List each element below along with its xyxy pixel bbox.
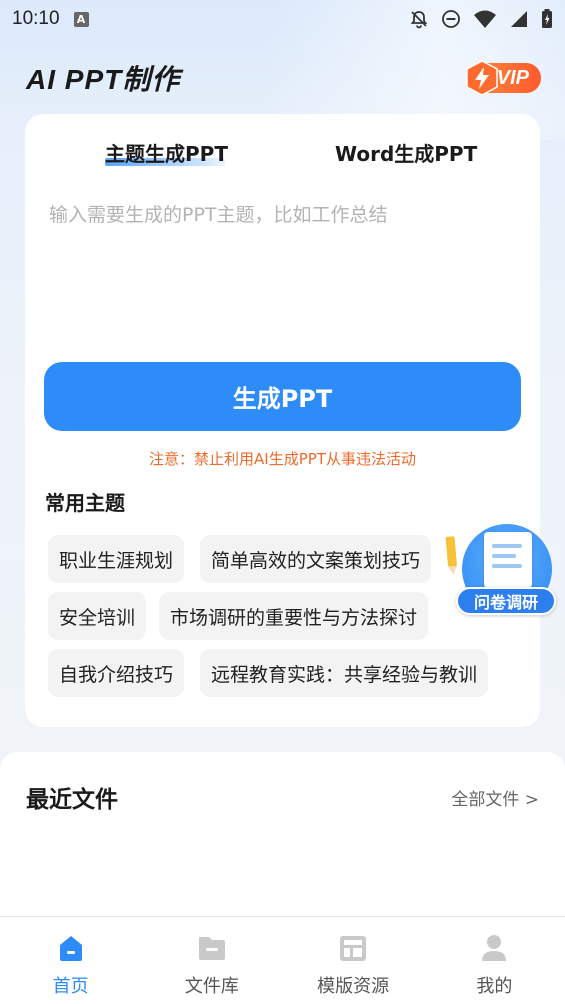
status-time: 10:10 <box>12 8 60 29</box>
legal-notice: 注意：禁止利用AI生成PPT从事违法活动 <box>149 450 416 468</box>
signal-icon <box>511 11 527 27</box>
topic-chip[interactable]: 安全培训 <box>48 592 147 640</box>
tab-label: 主题生成PPT <box>105 141 228 166</box>
topic-input[interactable] <box>49 200 519 350</box>
topic-chip[interactable]: 市场调研的重要性与方法探讨 <box>159 592 429 640</box>
survey-button[interactable]: 问卷调研 <box>445 520 556 618</box>
nav-item-files[interactable]: 文件库 <box>141 917 282 1004</box>
topic-chip[interactable]: 远程教育实践：共享经验与教训 <box>200 649 489 697</box>
recent-files-section: 最近文件 全部文件 > <box>0 752 565 922</box>
tab-topic-ppt[interactable]: 主题生成PPT <box>105 132 228 172</box>
notification-icon: A <box>73 11 89 27</box>
all-files-link[interactable]: 全部文件 > <box>451 785 539 810</box>
bottom-nav: 首页 文件库 模版资源 我的 <box>0 916 565 1004</box>
app-title: AI PPT制作 <box>26 64 181 95</box>
topic-chip[interactable]: 简单高效的文案策划技巧 <box>200 535 432 583</box>
tab-label: Word生成PPT <box>335 141 478 166</box>
topics-title: 常用主题 <box>45 491 125 515</box>
tab-word-ppt[interactable]: Word生成PPT <box>335 132 477 172</box>
home-icon <box>59 936 82 961</box>
nav-item-home[interactable]: 首页 <box>0 917 141 1004</box>
nav-label: 我的 <box>476 976 513 997</box>
user-icon <box>482 935 507 961</box>
nav-label: 模版资源 <box>317 976 390 997</box>
recent-files-title: 最近文件 <box>26 787 118 813</box>
template-icon <box>340 936 367 961</box>
wifi-icon <box>474 10 496 28</box>
nav-item-mine[interactable]: 我的 <box>424 917 565 1004</box>
nav-label: 首页 <box>52 976 89 997</box>
vip-button[interactable]: VIP <box>466 60 541 96</box>
vip-label: VIP <box>496 66 529 89</box>
topic-chip[interactable]: 自我介绍技巧 <box>48 649 185 697</box>
app-header: AI PPT制作 VIP <box>26 52 541 104</box>
nav-label: 文件库 <box>184 976 239 997</box>
generator-tabs: 主题生成PPT Word生成PPT <box>25 132 540 172</box>
survey-label: 问卷调研 <box>456 587 556 615</box>
survey-paper-icon <box>484 532 532 588</box>
generate-ppt-button[interactable]: 生成PPT <box>44 362 521 431</box>
generator-card: 主题生成PPT Word生成PPT 生成PPT 注意：禁止利用AI生成PPT从事… <box>25 114 540 727</box>
bell-off-icon <box>410 11 428 29</box>
folder-icon <box>198 937 225 960</box>
lightning-icon <box>466 60 498 96</box>
topic-chip[interactable]: 职业生涯规划 <box>48 535 185 583</box>
nav-item-templates[interactable]: 模版资源 <box>283 917 424 1004</box>
do-not-disturb-icon <box>442 10 460 28</box>
status-bar: 10:10 A <box>0 0 565 38</box>
battery-icon <box>542 9 552 28</box>
status-icons <box>409 9 553 29</box>
